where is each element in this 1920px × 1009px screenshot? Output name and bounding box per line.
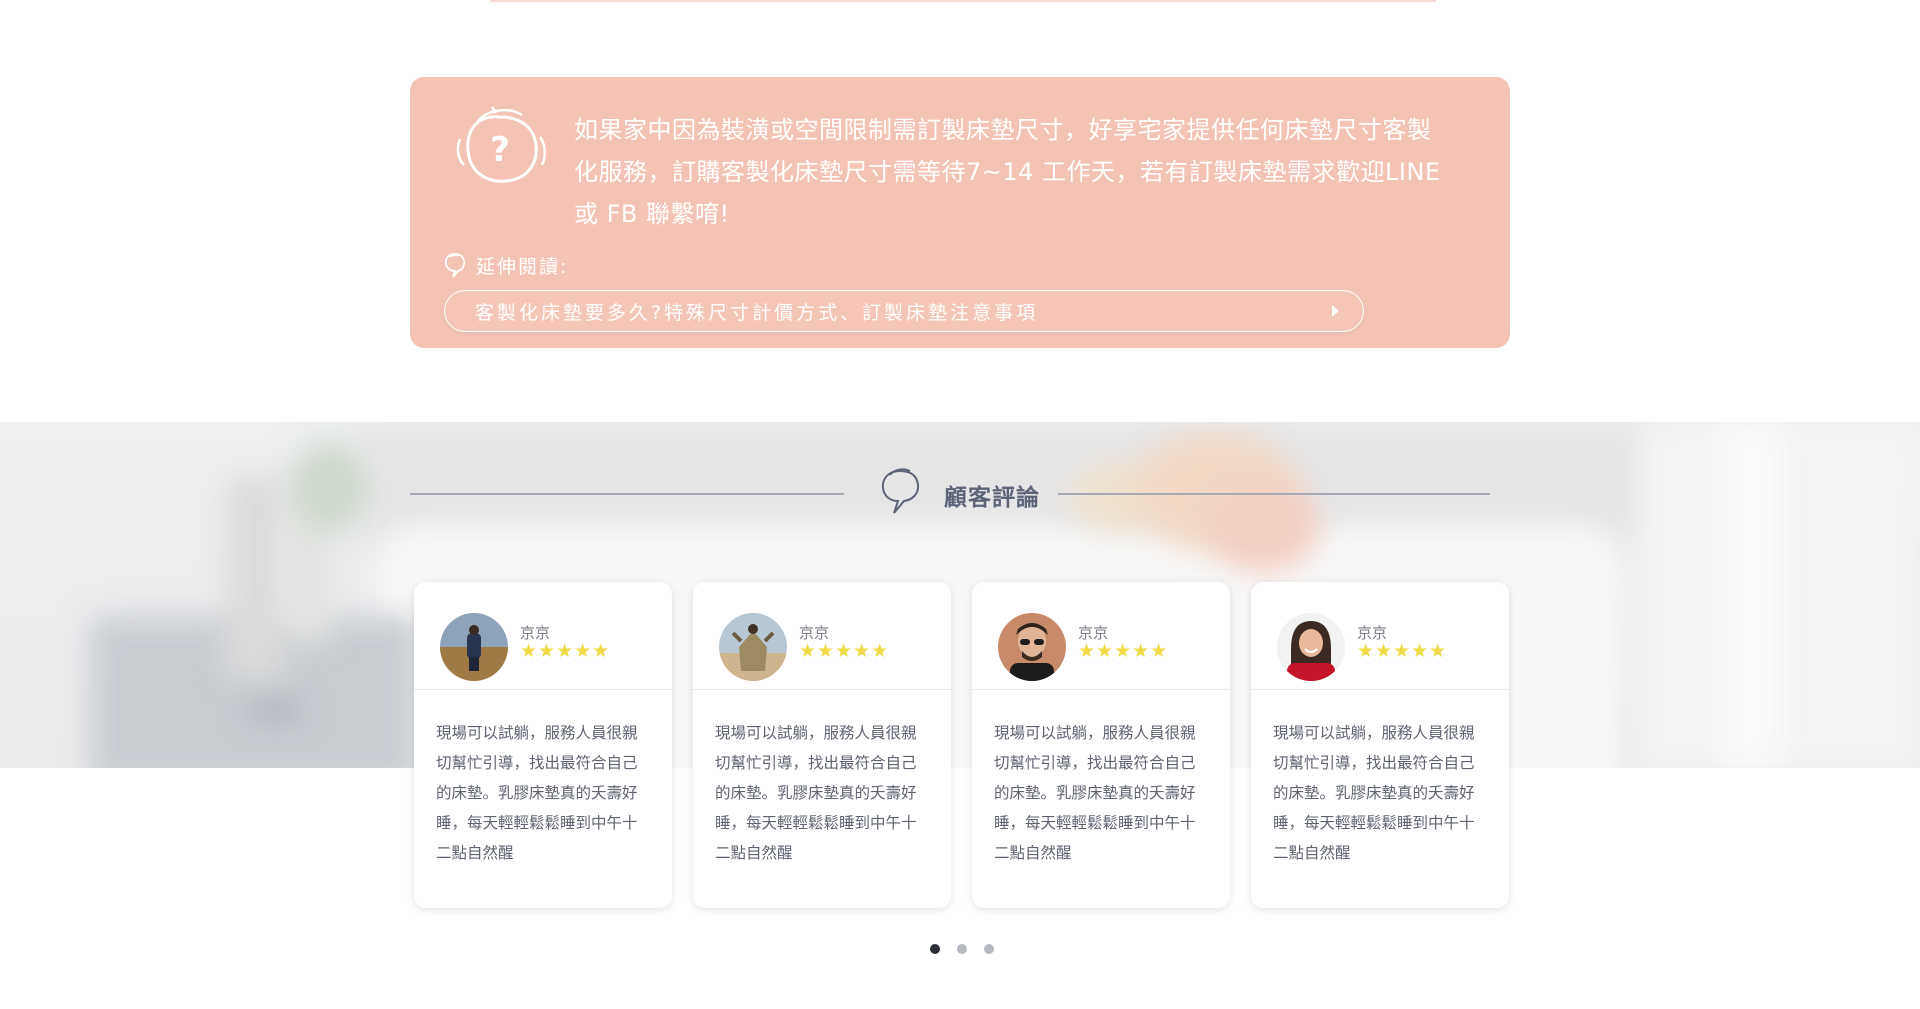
- review-text: 現場可以試躺，服務人員很親切幫忙引導，找出最符合自己的床墊。乳膠床墊真的夭壽好睡…: [994, 724, 1196, 862]
- pagination-dot-3[interactable]: [984, 944, 994, 954]
- carousel-pagination: [930, 944, 994, 954]
- reviews-title: 顧客評論: [944, 485, 1040, 511]
- top-divider: [490, 0, 1436, 2]
- extend-reading-label: 延伸閱讀:: [476, 255, 569, 278]
- extend-reading-link-text: 客製化床墊要多久?特殊尺寸計價方式、訂製床墊注意事項: [475, 301, 1039, 324]
- reviews-background-image: [0, 422, 1920, 768]
- extend-reading-row: 延伸閱讀:: [442, 251, 568, 279]
- review-text: 現場可以試躺，服務人員很親切幫忙引導，找出最符合自己的床墊。乳膠床墊真的夭壽好睡…: [436, 724, 638, 862]
- review-card: 京京 ★★★★★ 現場可以試躺，服務人員很親切幫忙引導，找出最符合自己的床墊。乳…: [972, 582, 1230, 908]
- review-card-header: 京京 ★★★★★: [972, 582, 1230, 690]
- question-bubble-icon: ?: [456, 106, 546, 183]
- star-rating: ★★★★★: [1078, 640, 1169, 662]
- extend-reading-link[interactable]: 客製化床墊要多久?特殊尺寸計價方式、訂製床墊注意事項: [444, 290, 1364, 332]
- review-text: 現場可以試躺，服務人員很親切幫忙引導，找出最符合自己的床墊。乳膠床墊真的夭壽好睡…: [715, 724, 917, 862]
- avatar: [998, 613, 1066, 681]
- review-card: 京京 ★★★★★ 現場可以試躺，服務人員很親切幫忙引導，找出最符合自己的床墊。乳…: [414, 582, 672, 908]
- speech-bubble-icon: [881, 468, 920, 514]
- custom-size-info-box: ? 如果家中因為裝潢或空間限制需訂製床墊尺寸，好享宅家提供任何床墊尺寸客製化服務…: [410, 77, 1510, 348]
- review-card-header: 京京 ★★★★★: [693, 582, 951, 690]
- review-card-header: 京京 ★★★★★: [414, 582, 672, 690]
- star-rating: ★★★★★: [1357, 640, 1448, 662]
- info-text: 如果家中因為裝潢或空間限制需訂製床墊尺寸，好享宅家提供任何床墊尺寸客製化服務，訂…: [574, 116, 1441, 228]
- review-text: 現場可以試躺，服務人員很親切幫忙引導，找出最符合自己的床墊。乳膠床墊真的夭壽好睡…: [1273, 724, 1475, 862]
- avatar: [440, 613, 508, 681]
- caret-right-icon: [1332, 305, 1339, 317]
- title-line-left: [410, 493, 844, 495]
- review-card-header: 京京 ★★★★★: [1251, 582, 1509, 690]
- avatar: [719, 613, 787, 681]
- page: ? 如果家中因為裝潢或空間限制需訂製床墊尺寸，好享宅家提供任何床墊尺寸客製化服務…: [0, 0, 1920, 1009]
- star-rating: ★★★★★: [520, 640, 611, 662]
- review-card: 京京 ★★★★★ 現場可以試躺，服務人員很親切幫忙引導，找出最符合自己的床墊。乳…: [693, 582, 951, 908]
- star-rating: ★★★★★: [799, 640, 890, 662]
- review-card: 京京 ★★★★★ 現場可以試躺，服務人員很親切幫忙引導，找出最符合自己的床墊。乳…: [1251, 582, 1509, 908]
- pagination-dot-1[interactable]: [930, 944, 940, 954]
- speech-bubble-icon: [444, 253, 466, 278]
- avatar: [1277, 613, 1345, 681]
- title-line-right: [1058, 493, 1490, 495]
- svg-text:?: ?: [490, 130, 510, 170]
- pagination-dot-2[interactable]: [957, 944, 967, 954]
